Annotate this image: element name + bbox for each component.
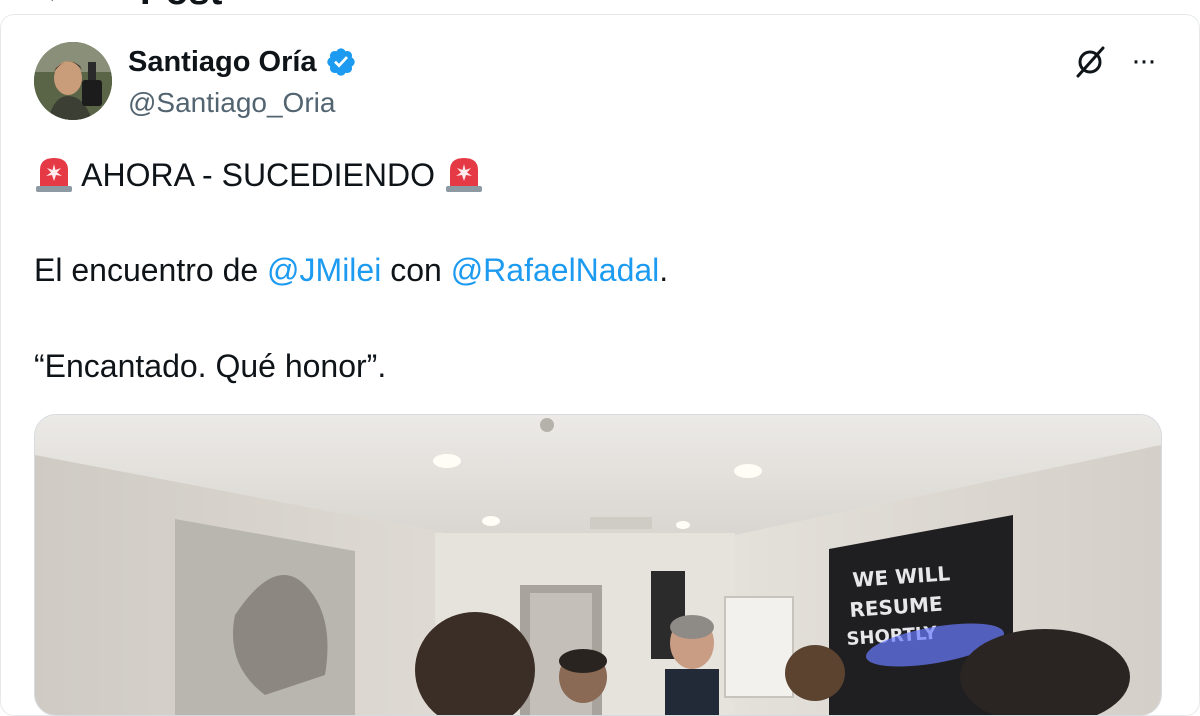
text-after: . bbox=[659, 252, 669, 288]
verified-badge-icon bbox=[326, 48, 355, 76]
post-text-line-1: AHORA - SUCEDIENDO bbox=[34, 154, 484, 195]
author-handle[interactable]: @Santiago_Oria bbox=[128, 84, 335, 122]
mention-jmilei[interactable]: @JMilei bbox=[267, 252, 381, 288]
page-title: Post bbox=[140, 0, 222, 12]
mention-rafaelnadal[interactable]: @RafaelNadal bbox=[451, 252, 660, 288]
siren-icon bbox=[445, 158, 482, 192]
text-before: El encuentro de bbox=[34, 252, 268, 288]
avatar[interactable] bbox=[34, 42, 112, 120]
post-quote: “Encantado. Qué honor”. bbox=[34, 348, 387, 384]
text-between: con bbox=[381, 252, 451, 288]
back-arrow-icon[interactable]: ← bbox=[42, 0, 72, 8]
post-text-line-2: El encuentro de @JMilei con @RafaelNadal… bbox=[34, 250, 668, 290]
grok-icon[interactable] bbox=[1072, 44, 1108, 80]
post-headline: AHORA - SUCEDIENDO bbox=[81, 157, 435, 193]
media-photo: WE WILL RESUME SHORTLY bbox=[35, 415, 1161, 715]
author-name[interactable]: Santiago Oría bbox=[128, 42, 317, 82]
post-media[interactable]: WE WILL RESUME SHORTLY bbox=[34, 414, 1162, 716]
more-icon[interactable]: ··· bbox=[1126, 46, 1160, 78]
avatar-image bbox=[34, 42, 112, 120]
author-name-row[interactable]: Santiago Oría bbox=[128, 42, 357, 82]
siren-icon bbox=[36, 158, 72, 192]
